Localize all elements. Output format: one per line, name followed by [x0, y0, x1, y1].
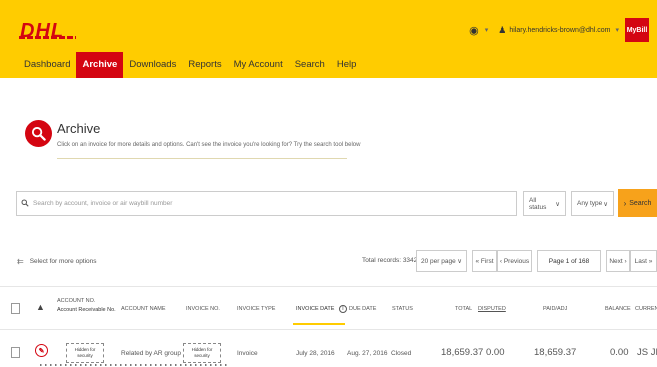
status-filter-select[interactable]: All status ∨ — [523, 191, 566, 216]
col-invoice-date[interactable]: Invoice Date i — [296, 305, 347, 314]
currency-cell: JS JMD — [637, 347, 657, 358]
pdf-icon[interactable]: ✎ — [35, 344, 48, 357]
nav-my-account[interactable]: My Account — [228, 52, 289, 78]
search-button[interactable]: › Search — [618, 189, 657, 217]
disputed-cell: 0.00 — [486, 347, 505, 358]
chevron-down-icon: ∨ — [603, 200, 608, 208]
dhl-logo[interactable]: DHL — [20, 20, 64, 43]
chevron-down-icon: ∨ — [555, 200, 560, 208]
page-description: Click on an invoice for more details and… — [57, 142, 361, 148]
nav-archive[interactable]: Archive — [76, 52, 124, 78]
account-no-cell: Hidden for security — [66, 343, 104, 363]
sorted-column-indicator — [293, 323, 345, 325]
table-top-divider — [0, 286, 657, 287]
type-filter-select[interactable]: Any type ∨ — [571, 191, 614, 216]
col-account-receivable-label: Account Receivable No. — [57, 307, 116, 313]
chevron-right-icon: › — [623, 198, 627, 208]
select-all-checkbox[interactable] — [11, 303, 20, 314]
options-label: Select for more options — [29, 258, 97, 265]
previous-page-button[interactable]: ‹ Previous — [497, 250, 532, 272]
col-invoice-date-label: Invoice Date — [296, 306, 335, 312]
col-paid-adj[interactable]: Paid/Adj — [543, 305, 567, 314]
col-balance[interactable]: Balance — [605, 305, 631, 314]
col-status[interactable]: Status — [392, 305, 413, 314]
col-invoice-no[interactable]: Invoice No. — [186, 305, 220, 314]
col-total[interactable]: Total — [455, 305, 472, 314]
nav-help[interactable]: Help — [331, 52, 363, 78]
col-account-name[interactable]: Account Name — [121, 305, 166, 314]
balance-cell: 0.00 — [610, 347, 629, 358]
row-dotted-divider — [40, 364, 230, 366]
filter-icon: ⇇ — [17, 257, 24, 266]
options-toggle[interactable]: ⇇ Select for more options — [17, 257, 97, 266]
total-cell: 18,659.37 — [441, 347, 484, 358]
account-name-cell: Related by AR group — [121, 350, 181, 357]
col-invoice-type[interactable]: Invoice Type — [237, 305, 275, 314]
nav-reports[interactable]: Reports — [182, 52, 227, 78]
col-account-no-label: Account No. — [57, 298, 96, 304]
info-icon[interactable]: i — [338, 305, 347, 313]
chevron-down-icon: ∨ — [457, 258, 462, 265]
user-menu-chevron-icon[interactable]: ▾ — [615, 26, 619, 34]
col-due-date[interactable]: Due Date — [349, 305, 376, 314]
nav-search[interactable]: Search — [289, 52, 331, 78]
per-page-select[interactable]: 20 per page ∨ — [416, 250, 467, 272]
status-cell: Closed — [391, 350, 412, 357]
col-currency[interactable]: Currenc — [635, 305, 657, 314]
search-icon — [21, 199, 29, 209]
header: DHL ◉ ▾ ♟ hilary.hendricks-brown@dhl.com… — [0, 0, 657, 78]
search-input[interactable]: Search by account, invoice or air waybil… — [16, 191, 517, 216]
type-filter-value: Any type — [577, 200, 603, 207]
logo-stripes — [19, 36, 76, 39]
first-page-button[interactable]: « First — [472, 250, 497, 272]
page-title: Archive — [57, 121, 101, 136]
nav-dashboard[interactable]: Dashboard — [18, 52, 76, 78]
main-nav: Dashboard Archive Downloads Reports My A… — [18, 52, 362, 78]
table-header-divider — [0, 329, 657, 330]
paid-adj-cell: 18,659.37 — [534, 347, 577, 358]
user-icon: ♟ — [498, 24, 507, 35]
user-email[interactable]: hilary.hendricks-brown@dhl.com — [509, 27, 610, 34]
next-page-button[interactable]: Next › — [606, 250, 630, 272]
header-user-area: ◉ ▾ ♟ hilary.hendricks-brown@dhl.com ▾ M… — [469, 18, 649, 42]
nav-downloads[interactable]: Downloads — [123, 52, 182, 78]
chevron-down-icon[interactable]: ▾ — [485, 26, 489, 34]
title-divider — [57, 158, 347, 159]
last-page-button[interactable]: Last » — [630, 250, 657, 272]
status-filter-value: All status — [529, 196, 547, 211]
search-placeholder: Search by account, invoice or air waybil… — [33, 200, 173, 207]
total-records: Total records: 3342 — [362, 257, 418, 264]
eye-icon[interactable]: ◉ — [469, 24, 479, 37]
row-checkbox[interactable] — [11, 347, 20, 358]
col-disputed[interactable]: Disputed — [478, 305, 506, 314]
mybill-badge[interactable]: MyBill — [625, 18, 649, 42]
col-account-no[interactable]: Account No. Account Receivable No. — [57, 297, 116, 315]
page-indicator[interactable]: Page 1 of 168 — [537, 250, 601, 272]
search-button-label: Search — [629, 199, 652, 207]
per-page-value: 20 per page — [421, 257, 456, 265]
invoice-date-cell: July 28, 2016 — [296, 350, 335, 357]
due-date-cell: Aug. 27, 2016 — [347, 350, 388, 357]
download-icon[interactable]: ▲ — [36, 302, 45, 312]
invoice-type-cell: Invoice — [237, 350, 258, 357]
archive-search-icon — [25, 120, 52, 147]
invoice-no-cell[interactable]: Hidden for security — [183, 343, 221, 363]
